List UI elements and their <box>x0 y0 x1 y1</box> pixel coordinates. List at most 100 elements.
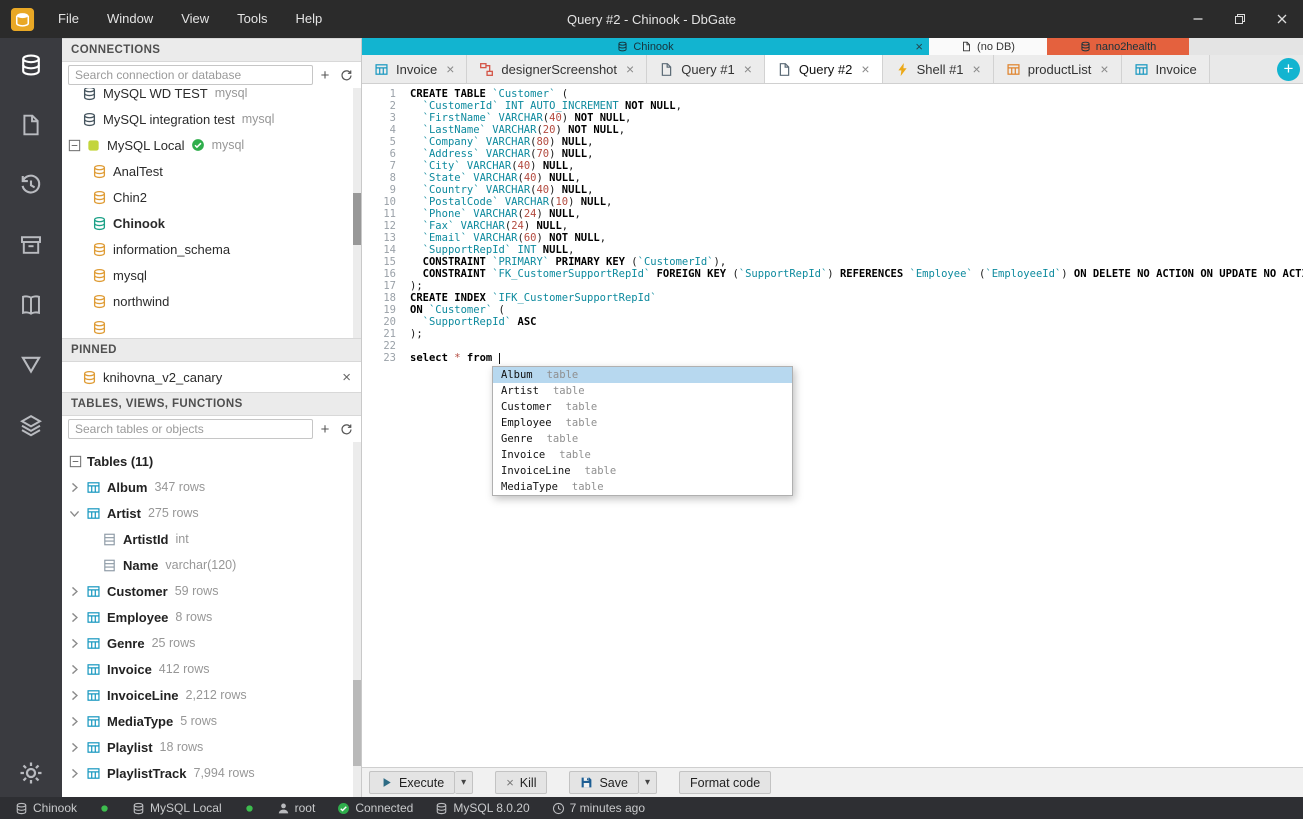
play-icon <box>380 776 393 789</box>
tab-group[interactable]: (no DB) <box>929 38 1047 55</box>
chevron-right-icon[interactable] <box>68 481 81 494</box>
table-item[interactable]: InvoiceLine 2,212 rows <box>62 682 361 708</box>
table-item[interactable]: Playlist 18 rows <box>62 734 361 760</box>
menu-help[interactable]: Help <box>282 0 337 38</box>
minimize-button[interactable] <box>1177 0 1219 38</box>
row-count: 7,994 rows <box>193 766 255 780</box>
autocomplete-item[interactable]: Album table <box>493 367 792 383</box>
autocomplete-item[interactable]: Genre table <box>493 431 792 447</box>
collapse-expander-icon[interactable] <box>67 138 82 153</box>
connections-scrollbar-thumb[interactable] <box>353 193 361 245</box>
tab-shell-1[interactable]: Shell #1 × <box>882 55 994 83</box>
table-item[interactable]: Genre 25 rows <box>62 630 361 656</box>
save-options-button[interactable]: ▾ <box>638 771 657 794</box>
close-tab-icon[interactable]: × <box>861 61 869 77</box>
database-icon[interactable] <box>19 53 43 77</box>
table-item[interactable]: Invoice 412 rows <box>62 656 361 682</box>
layers-icon[interactable] <box>19 413 43 437</box>
filter-icon[interactable] <box>19 353 43 377</box>
close-tab-icon[interactable]: × <box>446 61 454 77</box>
menu-tools[interactable]: Tools <box>223 0 281 38</box>
autocomplete-item[interactable]: InvoiceLine table <box>493 463 792 479</box>
tab-designerscreenshot[interactable]: designerScreenshot × <box>467 55 648 83</box>
connections-scrollbar[interactable] <box>353 88 361 338</box>
kill-button[interactable]: × Kill <box>495 771 548 794</box>
close-tab-icon[interactable]: × <box>973 61 981 77</box>
pinned-item[interactable]: knihovna_v2_canary × <box>62 362 361 392</box>
chevron-right-icon[interactable] <box>68 663 81 676</box>
tables-search-input[interactable] <box>68 419 313 439</box>
tab-group[interactable]: nano2health <box>1047 38 1189 55</box>
table-item[interactable]: PlaylistTrack 7,994 rows <box>62 760 361 786</box>
refresh-tables-button[interactable] <box>337 420 355 438</box>
tables-scrollbar-thumb[interactable] <box>353 680 361 766</box>
execute-options-button[interactable]: ▾ <box>455 771 474 794</box>
connection-item[interactable]: information_schema <box>62 236 361 262</box>
refresh-connections-button[interactable] <box>337 66 355 84</box>
connection-item[interactable]: Chin2 <box>62 184 361 210</box>
chevron-right-icon[interactable] <box>68 715 81 728</box>
connection-item[interactable] <box>62 314 361 338</box>
execute-button[interactable]: Execute <box>369 771 456 794</box>
table-item[interactable]: Customer 59 rows <box>62 578 361 604</box>
table-item[interactable]: Employee 8 rows <box>62 604 361 630</box>
tab-query-1[interactable]: Query #1 × <box>647 55 765 83</box>
unpin-close-icon[interactable]: × <box>342 369 361 386</box>
chevron-down-icon[interactable] <box>68 507 81 520</box>
connection-item[interactable]: MySQL Local mysql <box>62 132 361 158</box>
close-tab-icon[interactable]: × <box>1100 61 1108 77</box>
column-item[interactable]: ArtistId int <box>62 526 361 552</box>
chevron-right-icon[interactable] <box>68 741 81 754</box>
tab-invoice[interactable]: Invoice × <box>362 55 468 83</box>
chevron-right-icon[interactable] <box>68 767 81 780</box>
connection-item[interactable]: northwind <box>62 288 361 314</box>
menu-file[interactable]: File <box>44 0 93 38</box>
autocomplete-item[interactable]: MediaType table <box>493 479 792 495</box>
autocomplete-item[interactable]: Employee table <box>493 415 792 431</box>
sql-editor[interactable]: 1 CREATE TABLE `Customer` (2 `CustomerId`… <box>362 84 1303 767</box>
history-icon[interactable] <box>19 173 43 197</box>
add-table-button[interactable]: + <box>316 420 334 438</box>
connections-search-input[interactable] <box>68 65 313 85</box>
chevron-right-icon[interactable] <box>68 611 81 624</box>
table-item[interactable]: MediaType 5 rows <box>62 708 361 734</box>
connection-item[interactable]: Chinook <box>62 210 361 236</box>
table-item[interactable]: Album 347 rows <box>62 474 361 500</box>
code-text: `FirstName` VARCHAR(40) NOT NULL, <box>422 112 632 124</box>
collapse-expander-icon[interactable] <box>68 454 83 469</box>
chevron-right-icon[interactable] <box>68 637 81 650</box>
column-item[interactable]: Name varchar(120) <box>62 552 361 578</box>
tab-group[interactable]: Chinook × <box>362 38 929 55</box>
close-tab-icon[interactable]: × <box>626 61 634 77</box>
autocomplete-item[interactable]: Customer table <box>493 399 792 415</box>
tables-scrollbar[interactable] <box>353 442 361 797</box>
connection-item[interactable]: AnalTest <box>62 158 361 184</box>
connection-item[interactable]: mysql <box>62 262 361 288</box>
restore-button[interactable] <box>1219 0 1261 38</box>
format-code-button[interactable]: Format code <box>679 771 772 794</box>
table-item[interactable]: Artist 275 rows <box>62 500 361 526</box>
close-tab-icon[interactable]: × <box>744 61 752 77</box>
tab-invoice[interactable]: Invoice <box>1121 55 1210 83</box>
save-button[interactable]: Save <box>569 771 639 794</box>
tables-root[interactable]: Tables (11) <box>62 448 361 474</box>
tab-query-2[interactable]: Query #2 × <box>764 55 883 83</box>
new-tab-button[interactable]: + <box>1277 58 1300 81</box>
close-group-icon[interactable]: × <box>915 39 923 54</box>
tab-productlist[interactable]: productList × <box>993 55 1122 83</box>
line-number: 5 <box>389 136 396 148</box>
archive-icon[interactable] <box>19 233 43 257</box>
close-window-button[interactable] <box>1261 0 1303 38</box>
book-icon[interactable] <box>19 293 43 317</box>
menu-view[interactable]: View <box>167 0 223 38</box>
connection-item[interactable]: MySQL integration test mysql <box>62 106 361 132</box>
file-icon[interactable] <box>19 113 43 137</box>
chevron-right-icon[interactable] <box>68 689 81 702</box>
menu-window[interactable]: Window <box>93 0 167 38</box>
autocomplete-item[interactable]: Invoice table <box>493 447 792 463</box>
chevron-right-icon[interactable] <box>68 585 81 598</box>
settings-icon[interactable] <box>19 761 43 785</box>
connection-item[interactable]: MySQL WD TEST mysql <box>62 88 361 106</box>
autocomplete-item[interactable]: Artist table <box>493 383 792 399</box>
add-connection-button[interactable]: + <box>316 66 334 84</box>
